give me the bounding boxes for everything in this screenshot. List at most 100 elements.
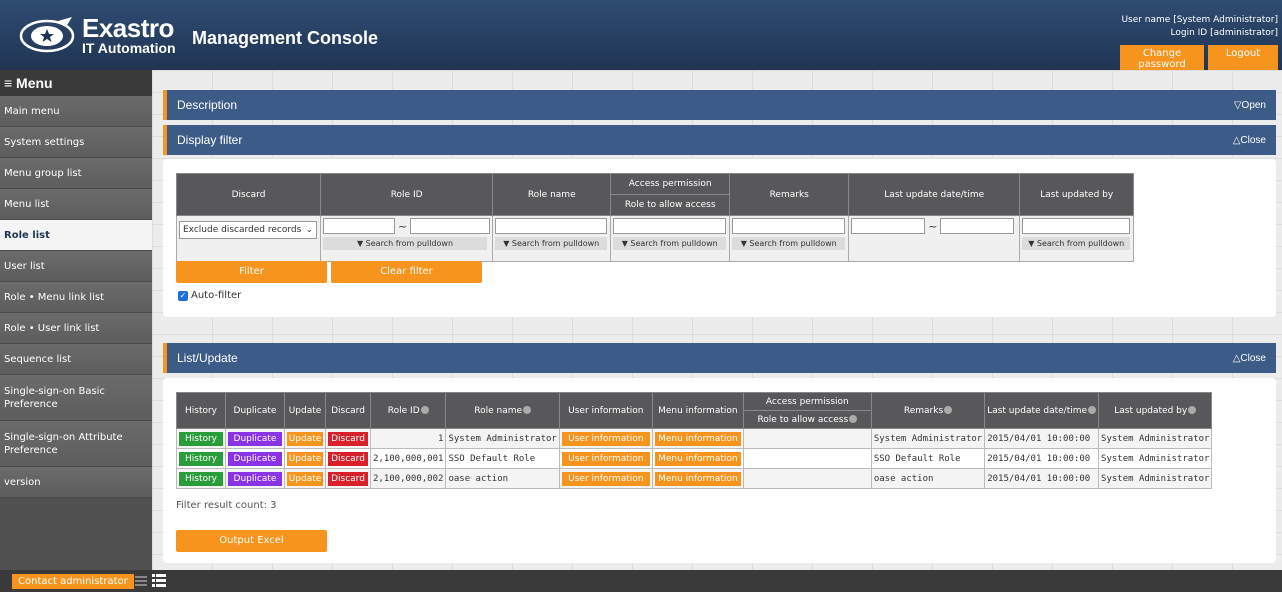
remarks-pulldown-button[interactable]: ▼ Search from pulldown [732,237,846,250]
last-updated-by-pulldown-button[interactable]: ▼ Search from pulldown [1022,237,1131,250]
sidebar-item-role-menu-link-list[interactable]: Role • Menu link list [0,282,152,313]
access-permission-input[interactable] [613,218,727,234]
sidebar-item-role-user-link-list[interactable]: Role • User link list [0,313,152,344]
col-role-name[interactable]: Role name [445,392,560,429]
sidebar-item-menu-group-list[interactable]: Menu group list [0,158,152,189]
cell-access [742,428,872,449]
menu-information-button[interactable]: Menu information [654,451,741,466]
sort-icon[interactable] [1088,406,1097,414]
sidebar-item-role-list[interactable]: Role list [0,220,152,251]
display-filter-toggle[interactable]: △Close [1233,135,1266,146]
last-updated-by-input[interactable] [1022,218,1131,234]
menu-information-button[interactable]: Menu information [654,431,741,446]
table-row: History Duplicate Update Discard 2,100,0… [176,448,1213,469]
filter-cell-access: ▼ Search from pulldown [610,215,731,262]
sort-icon[interactable] [944,406,953,414]
sidebar-item-menu-list[interactable]: Menu list [0,189,152,220]
cell-access [742,468,872,489]
description-section-header[interactable]: Description ▽Open [163,90,1276,120]
last-update-to-input[interactable] [940,218,1015,234]
sort-icon[interactable] [523,406,532,414]
sidebar-item-sso-basic[interactable]: Single-sign-on Basic Preference [0,375,152,421]
display-filter-title: Display filter [177,133,243,147]
update-button[interactable]: Update [287,431,323,446]
list-expand-icon[interactable] [152,574,166,588]
filter-button[interactable]: Filter [176,261,327,283]
role-name-input[interactable] [495,218,608,234]
sidebar-item-user-list[interactable]: User list [0,251,152,282]
auto-filter-option[interactable]: ✓ Auto-filter [178,290,241,301]
main-content: Description ▽Open Display filter △Close … [152,70,1282,570]
sidebar-item-system-settings[interactable]: System settings [0,127,152,158]
remarks-input[interactable] [732,218,846,234]
discard-button[interactable]: Discard [328,431,368,446]
logout-button[interactable]: Logout [1208,45,1278,73]
exastro-logo-icon [19,17,75,53]
clear-filter-button[interactable]: Clear filter [331,261,482,283]
description-toggle[interactable]: ▽Open [1234,100,1266,111]
discard-button[interactable]: Discard [328,471,368,486]
cell-role-name: oase action [445,468,560,489]
sort-icon[interactable] [420,406,429,414]
cell-role-id: 2,100,000,002 [369,468,447,489]
col-role-name-label: Role name [474,405,523,416]
user-information-button[interactable]: User information [561,431,650,446]
discard-button[interactable]: Discard [328,451,368,466]
auto-filter-checkbox[interactable]: ✓ [178,290,188,301]
table-row: History Duplicate Update Discard 2,100,0… [176,468,1213,489]
cell-updated-by: System Administrator [1098,448,1213,469]
list-update-title: List/Update [177,351,238,365]
range-separator: ~ [398,219,408,233]
cell-remarks: SSO Default Role [870,448,986,469]
filter-header-role-id: Role ID [319,173,494,216]
col-role-id[interactable]: Role ID [369,392,447,429]
history-button[interactable]: History [179,471,223,486]
last-update-from-input[interactable] [851,218,926,234]
role-id-pulldown-button[interactable]: ▼ Search from pulldown [323,237,487,250]
cell-last-update: 2015/04/01 10:00:00 [984,448,1100,469]
update-button[interactable]: Update [287,471,323,486]
sidebar-item-main-menu[interactable]: Main menu [0,96,152,127]
col-remarks[interactable]: Remarks [870,392,986,429]
cell-last-update: 2015/04/01 10:00:00 [984,428,1100,449]
sort-icon[interactable] [1188,406,1197,414]
list-update-section-header[interactable]: List/Update △Close [163,343,1276,373]
list-update-toggle[interactable]: △Close [1233,353,1266,364]
sidebar-item-version[interactable]: version [0,467,152,498]
col-discard: Discard [325,392,371,429]
col-last-updated-by[interactable]: Last updated by [1098,392,1213,429]
user-information-button[interactable]: User information [561,451,650,466]
user-information-button[interactable]: User information [561,471,650,486]
filter-header-remarks: Remarks [729,173,850,216]
duplicate-button[interactable]: Duplicate [228,471,282,486]
col-last-update[interactable]: Last update date/time [984,392,1100,429]
list-update-panel: History Duplicate Update Discard Role ID… [163,378,1276,563]
role-id-from-input[interactable] [323,218,395,234]
duplicate-button[interactable]: Duplicate [228,431,282,446]
sidebar-item-sequence-list[interactable]: Sequence list [0,344,152,375]
sort-icon[interactable] [849,415,858,423]
display-filter-section-header[interactable]: Display filter △Close [163,125,1276,155]
description-title: Description [177,98,238,112]
filter-header-access-permission: Access permission [610,173,731,195]
filter-cell-last-updated-by: ▼ Search from pulldown [1019,215,1135,262]
access-pulldown-button[interactable]: ▼ Search from pulldown [613,237,727,250]
duplicate-button[interactable]: Duplicate [228,451,282,466]
col-remarks-label: Remarks [903,405,944,416]
filter-cell-remarks: ▼ Search from pulldown [729,215,850,262]
discard-select[interactable]: Exclude discarded records ⌄ [179,221,317,239]
contact-administrator-button[interactable]: Contact administrator [12,574,134,589]
col-role-to-allow[interactable]: Role to allow access [742,410,872,429]
role-name-pulldown-button[interactable]: ▼ Search from pulldown [495,237,608,250]
output-excel-button[interactable]: Output Excel [176,530,327,552]
col-last-update-label: Last update date/time [987,405,1088,416]
history-button[interactable]: History [179,431,223,446]
chevron-down-icon: ⌄ [305,225,313,235]
sidebar-item-sso-attribute[interactable]: Single-sign-on Attribute Preference [0,421,152,467]
list-collapse-icon[interactable] [135,575,147,587]
history-button[interactable]: History [179,451,223,466]
role-id-to-input[interactable] [410,218,491,234]
change-password-button[interactable]: Change password [1120,45,1204,73]
update-button[interactable]: Update [287,451,323,466]
menu-information-button[interactable]: Menu information [654,471,741,486]
